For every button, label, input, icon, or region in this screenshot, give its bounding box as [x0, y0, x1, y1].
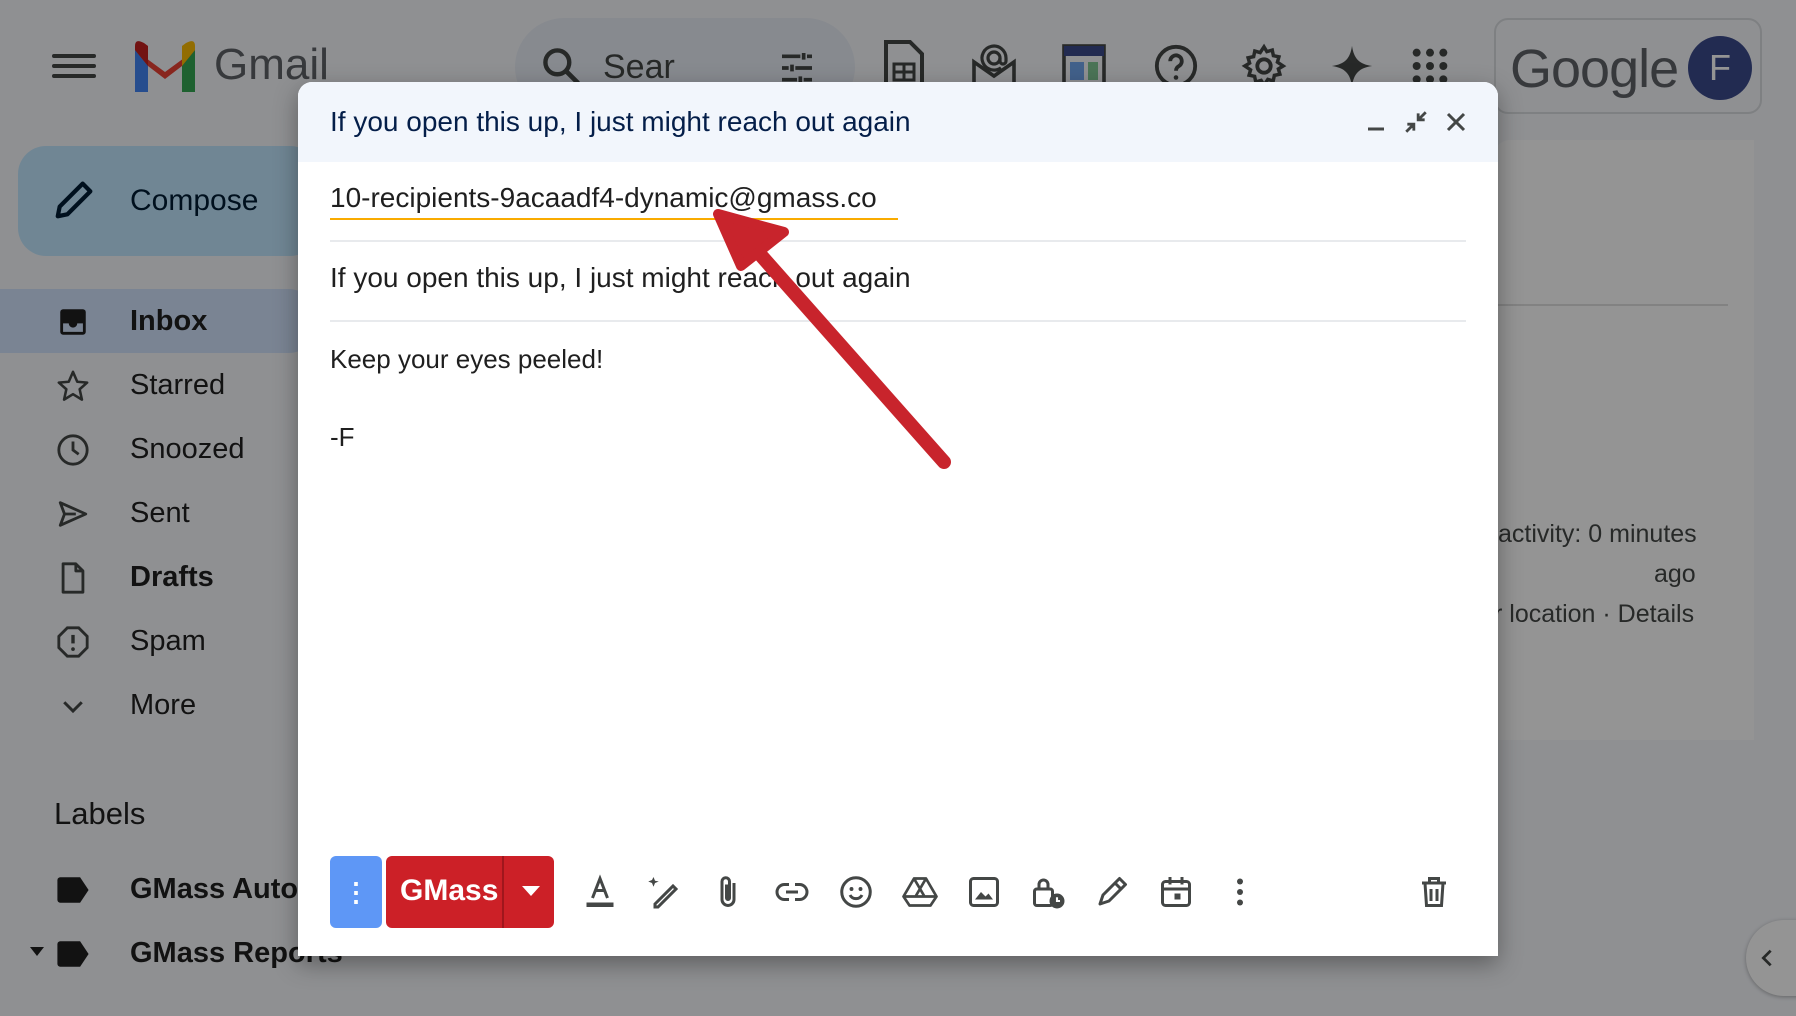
- confidential-mode-icon[interactable]: [1026, 870, 1070, 914]
- insert-link-icon[interactable]: [770, 870, 814, 914]
- text-format-icon[interactable]: [578, 870, 622, 914]
- compose-header[interactable]: If you open this up, I just might reach …: [298, 82, 1498, 162]
- help-me-write-icon[interactable]: [642, 870, 686, 914]
- schedule-calendar-icon[interactable]: [1154, 870, 1198, 914]
- exit-fullscreen-icon[interactable]: [1398, 104, 1434, 140]
- compose-toolbar: ⋮ GMass: [330, 856, 1466, 928]
- compose-window: If you open this up, I just might reach …: [298, 82, 1498, 956]
- divider: [330, 240, 1466, 242]
- gmass-options-button[interactable]: ⋮: [330, 856, 382, 928]
- divider: [330, 320, 1466, 322]
- recipient-underline: [330, 218, 898, 220]
- divider: [502, 856, 504, 928]
- signature-pen-icon[interactable]: [1090, 870, 1134, 914]
- message-body-line[interactable]: Keep your eyes peeled!: [330, 344, 603, 375]
- more-options-icon[interactable]: [1218, 870, 1262, 914]
- message-signature[interactable]: -F: [330, 422, 355, 453]
- subject-field[interactable]: If you open this up, I just might reach …: [330, 262, 911, 294]
- minimize-icon[interactable]: [1358, 104, 1394, 140]
- google-drive-icon[interactable]: [898, 870, 942, 914]
- chevron-down-icon[interactable]: [522, 886, 540, 896]
- attach-file-icon[interactable]: [706, 870, 750, 914]
- discard-trash-icon[interactable]: [1412, 870, 1456, 914]
- emoji-icon[interactable]: [834, 870, 878, 914]
- insert-photo-icon[interactable]: [962, 870, 1006, 914]
- gmass-send-button[interactable]: GMass: [386, 856, 554, 928]
- close-icon[interactable]: [1438, 104, 1474, 140]
- compose-title: If you open this up, I just might reach …: [330, 106, 911, 137]
- gmass-label: GMass: [400, 874, 499, 907]
- recipient-chip[interactable]: 10-recipients-9acaadf4-dynamic@gmass.co: [330, 182, 877, 214]
